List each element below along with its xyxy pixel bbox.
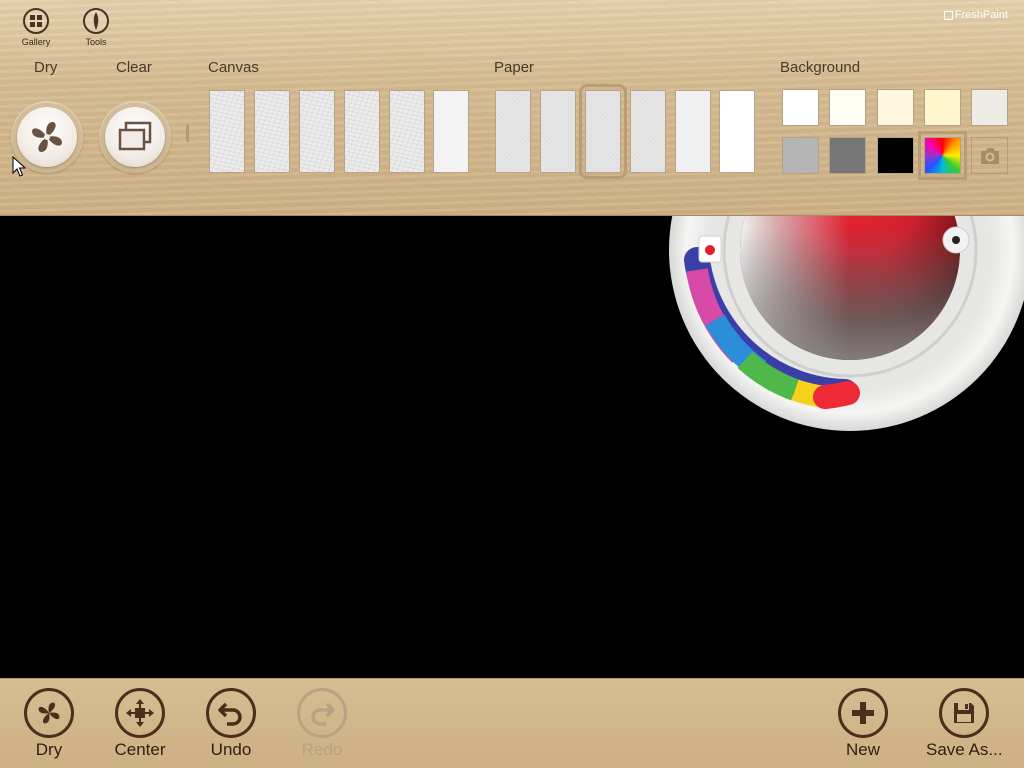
background-color-black[interactable] <box>877 137 914 174</box>
background-color-cream[interactable] <box>877 89 914 126</box>
fan-icon <box>24 688 74 738</box>
save-as-button-label: Save As... <box>926 740 1003 759</box>
center-button[interactable]: Center <box>105 688 175 760</box>
paper-texture-6[interactable] <box>719 90 755 173</box>
paper-section-label: Paper <box>494 59 535 76</box>
new-button[interactable]: New <box>828 688 898 760</box>
brand-name: FreshPaint <box>954 9 1008 21</box>
center-button-label: Center <box>114 740 166 759</box>
background-color-light-gray[interactable] <box>971 89 1008 126</box>
center-icon <box>115 688 165 738</box>
fan-icon <box>32 122 62 152</box>
paper-texture-3-selected[interactable] <box>579 84 627 179</box>
canvas-texture-2[interactable] <box>254 90 290 173</box>
redo-icon <box>297 688 347 738</box>
dry-label: Dry <box>34 59 58 76</box>
redo-button[interactable]: Redo <box>287 688 357 760</box>
undo-button-label: Undo <box>210 740 252 759</box>
brush-icon <box>83 8 109 34</box>
plus-icon <box>838 688 888 738</box>
clear-label: Clear <box>116 59 152 76</box>
dry-button[interactable]: Dry <box>14 688 84 760</box>
new-button-label: New <box>845 740 880 759</box>
floppy-disk-icon <box>939 688 989 738</box>
background-color-dark-gray[interactable] <box>829 137 866 174</box>
dry-button-label: Dry <box>35 740 63 759</box>
background-color-ivory[interactable] <box>829 89 866 126</box>
background-section-label: Background <box>780 59 861 76</box>
paper-texture-1[interactable] <box>495 90 531 173</box>
bottom-app-bar: Dry Center Undo Redo New Save As... <box>0 678 1024 768</box>
undo-button[interactable]: Undo <box>196 688 266 760</box>
canvas-texture-1[interactable] <box>209 90 245 173</box>
canvas-section-label: Canvas <box>208 59 259 76</box>
canvas-texture-5[interactable] <box>389 90 425 173</box>
paper-texture-4[interactable] <box>630 90 666 173</box>
panel-divider <box>186 124 189 142</box>
canvas-texture-6[interactable] <box>433 90 469 173</box>
clear-canvas-button[interactable] <box>99 101 171 173</box>
picker-handle[interactable] <box>942 226 970 254</box>
camera-icon <box>980 147 999 164</box>
mouse-pointer-icon <box>12 156 26 177</box>
brand-box-icon <box>943 10 953 20</box>
paper-texture-2[interactable] <box>540 90 576 173</box>
background-color-rainbow-selected[interactable] <box>918 131 967 180</box>
canvas-texture-4[interactable] <box>344 90 380 173</box>
tools-label: Tools <box>85 37 107 47</box>
canvas-texture-3[interactable] <box>299 90 335 173</box>
background-photo-button[interactable] <box>971 137 1008 174</box>
clear-layers-icon <box>118 121 152 151</box>
paper-texture-5[interactable] <box>675 90 711 173</box>
undo-icon <box>206 688 256 738</box>
background-color-white[interactable] <box>782 89 819 126</box>
background-color-light-yellow[interactable] <box>924 89 961 126</box>
redo-button-label: Redo <box>301 740 343 759</box>
gallery-button[interactable]: Gallery <box>16 8 56 47</box>
gallery-label: Gallery <box>21 37 51 47</box>
tools-button[interactable]: Tools <box>76 8 116 47</box>
gallery-icon <box>23 8 49 34</box>
hue-slider-handle[interactable] <box>698 235 722 263</box>
background-color-gray[interactable] <box>782 137 819 174</box>
top-settings-panel: Gallery Tools FreshPaint Dry Clear Canva… <box>0 0 1024 216</box>
save-as-button[interactable]: Save As... <box>926 688 1003 760</box>
brand-logo: FreshPaint <box>943 9 1008 21</box>
